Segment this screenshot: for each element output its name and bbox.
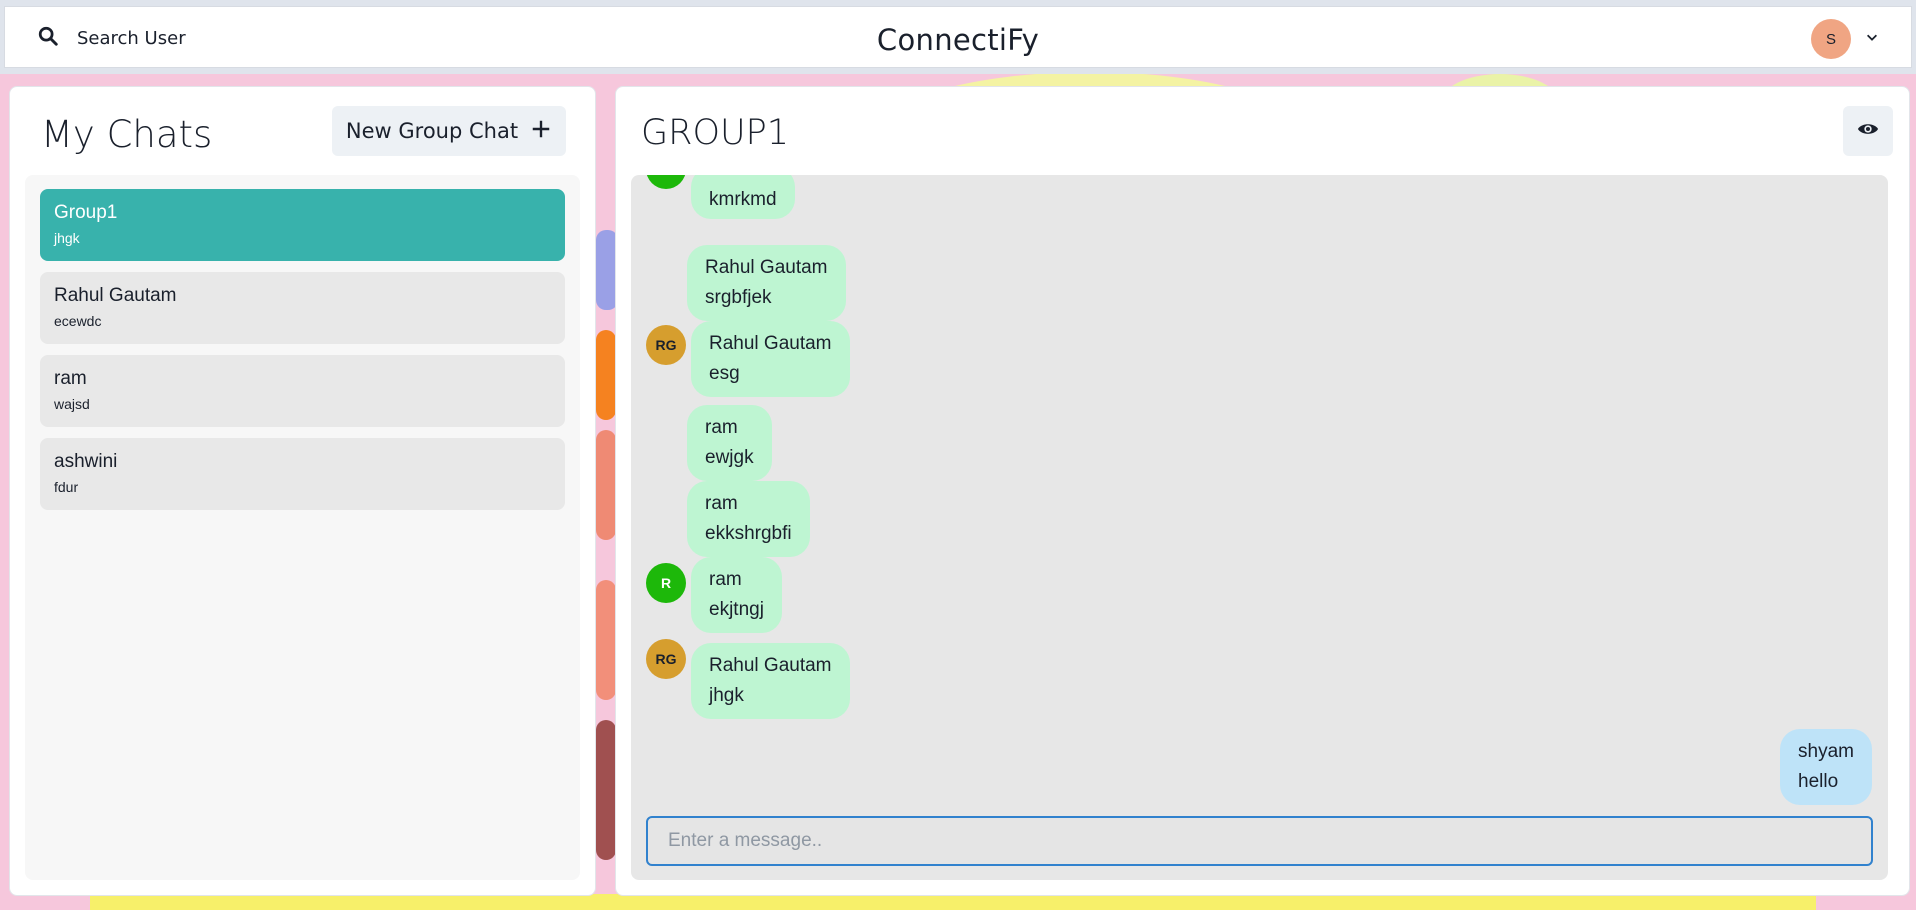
chat-name: ashwini: [54, 451, 118, 472]
message-text: kmrkmd: [709, 189, 777, 210]
top-bar: Search User ConnectiFy S: [0, 0, 1916, 74]
message-text: srgbfjek: [705, 287, 772, 308]
new-group-chat-label: New Group Chat: [345, 119, 519, 143]
message-sender: ram: [709, 569, 742, 590]
chat-preview: jhgk: [54, 230, 80, 246]
conversation-title: GROUP1: [641, 113, 789, 153]
search-user-label: Search User: [77, 27, 186, 49]
chat-preview: ecewdc: [54, 313, 102, 329]
chevron-down-icon: [1865, 30, 1879, 49]
new-group-chat-button[interactable]: New Group Chat: [332, 106, 566, 156]
message-sender: Rahul Gautam: [709, 655, 832, 676]
app-title: ConnectiFy: [876, 23, 1040, 57]
message-bubble: Rahul Gautam jhgk: [691, 643, 850, 719]
message-input[interactable]: [646, 816, 1873, 866]
chat-item-rahul-gautam[interactable]: Rahul Gautam ecewdc: [40, 272, 565, 344]
message-bubble-sent: shyam hello: [1780, 729, 1872, 805]
message-sender: Rahul Gautam: [705, 257, 828, 278]
view-group-details-button[interactable]: [1843, 106, 1893, 156]
messages-area[interactable]: kmrkmd Rahul Gautam srgbfjek RG Rahul Ga…: [631, 175, 1888, 880]
user-avatar[interactable]: S: [1811, 19, 1851, 59]
chat-name: ram: [54, 368, 87, 389]
search-user-button[interactable]: Search User: [23, 15, 200, 61]
message-bubble: Rahul Gautam srgbfjek: [687, 245, 846, 321]
sender-avatar: [646, 175, 686, 189]
message-sender: Rahul Gautam: [709, 333, 832, 354]
chat-item-ashwini[interactable]: ashwini fdur: [40, 438, 565, 510]
chat-name: Rahul Gautam: [54, 285, 177, 306]
chat-item-ram[interactable]: ram wajsd: [40, 355, 565, 427]
chat-item-group1[interactable]: Group1 jhgk: [40, 189, 565, 261]
chat-name: Group1: [54, 202, 118, 223]
message-text: hello: [1798, 771, 1839, 792]
message-bubble: ram ekkshrgbfi: [687, 481, 810, 557]
my-chats-panel: My Chats New Group Chat Group1 jhgk Rahu…: [9, 86, 596, 896]
chat-preview: wajsd: [54, 396, 90, 412]
message-text: jhgk: [709, 685, 744, 706]
message-sender: ram: [705, 493, 738, 514]
message-text: ekkshrgbfi: [705, 523, 792, 544]
chat-preview: fdur: [54, 479, 79, 495]
sender-avatar[interactable]: RG: [646, 639, 686, 679]
eye-icon: [1857, 118, 1879, 145]
sender-avatar[interactable]: RG: [646, 325, 686, 365]
message-sender: shyam: [1798, 741, 1854, 762]
chat-list: Group1 jhgk Rahul Gautam ecewdc ram wajs…: [25, 175, 580, 880]
search-icon: [37, 25, 59, 52]
my-chats-title: My Chats: [41, 113, 213, 156]
message-text: ewjgk: [705, 447, 754, 468]
message-bubble: kmrkmd: [691, 175, 795, 219]
profile-menu-button[interactable]: S: [1811, 19, 1879, 59]
message-bubble: ram ekjtngj: [691, 557, 782, 633]
message-text: ekjtngj: [709, 599, 764, 620]
message-bubble: Rahul Gautam esg: [691, 321, 850, 397]
header: Search User ConnectiFy S: [4, 6, 1912, 68]
message-bubble: ram ewjgk: [687, 405, 772, 481]
message-sender: ram: [705, 417, 738, 438]
sender-avatar[interactable]: R: [646, 563, 686, 603]
plus-icon: [530, 118, 552, 145]
conversation-panel: GROUP1 kmrkmd Rahul Gautam srgbfjek RG R…: [615, 86, 1910, 896]
message-text: esg: [709, 363, 740, 384]
